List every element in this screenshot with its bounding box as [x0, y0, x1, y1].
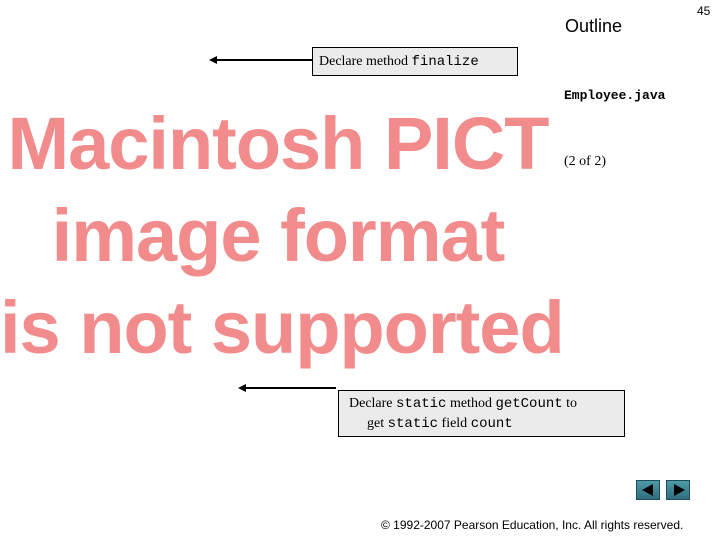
callout-code: static: [387, 416, 439, 432]
callout-text: method: [446, 396, 496, 411]
callout-code: finalize: [411, 54, 479, 70]
callout-text: field: [438, 416, 471, 431]
page-number: 45: [697, 4, 711, 18]
callout-getcount-arrow: [245, 387, 336, 389]
unsupported-image-placeholder: Macintosh PICT image format is not suppo…: [0, 98, 565, 374]
placeholder-line-1: Macintosh PICT: [7, 102, 549, 185]
copyright-notice: © 1992-2007 Pearson Education, Inc. All …: [381, 518, 684, 532]
callout-text: get: [367, 416, 388, 431]
file-name: Employee.java: [564, 88, 666, 103]
next-slide-button[interactable]: [666, 480, 690, 500]
placeholder-line-3: is not supported: [0, 286, 565, 369]
callout-code: count: [470, 416, 513, 432]
callout-text: Declare method: [319, 54, 412, 69]
callout-getcount: Declare static method getCount to get st…: [338, 390, 625, 437]
callout-code: getCount: [495, 396, 563, 412]
callout-code: static: [396, 396, 447, 412]
callout-text: to: [562, 396, 578, 411]
previous-slide-button[interactable]: [636, 480, 660, 500]
placeholder-line-2: image format: [51, 194, 506, 277]
callout-finalize-arrow: [216, 59, 312, 61]
callout-line-2: get static field count: [349, 414, 614, 434]
callout-line-1: Declare static method getCount to: [349, 394, 614, 414]
right-triangle-icon: [674, 484, 685, 496]
page-of-indicator: (2 of 2): [564, 154, 606, 169]
callout-text: Declare: [349, 396, 397, 411]
left-triangle-icon: [642, 484, 653, 496]
callout-finalize-arrowhead: [209, 56, 217, 64]
outline-link[interactable]: Outline: [565, 16, 622, 37]
callout-finalize: Declare method finalize: [312, 47, 518, 76]
callout-getcount-arrowhead: [238, 384, 246, 392]
